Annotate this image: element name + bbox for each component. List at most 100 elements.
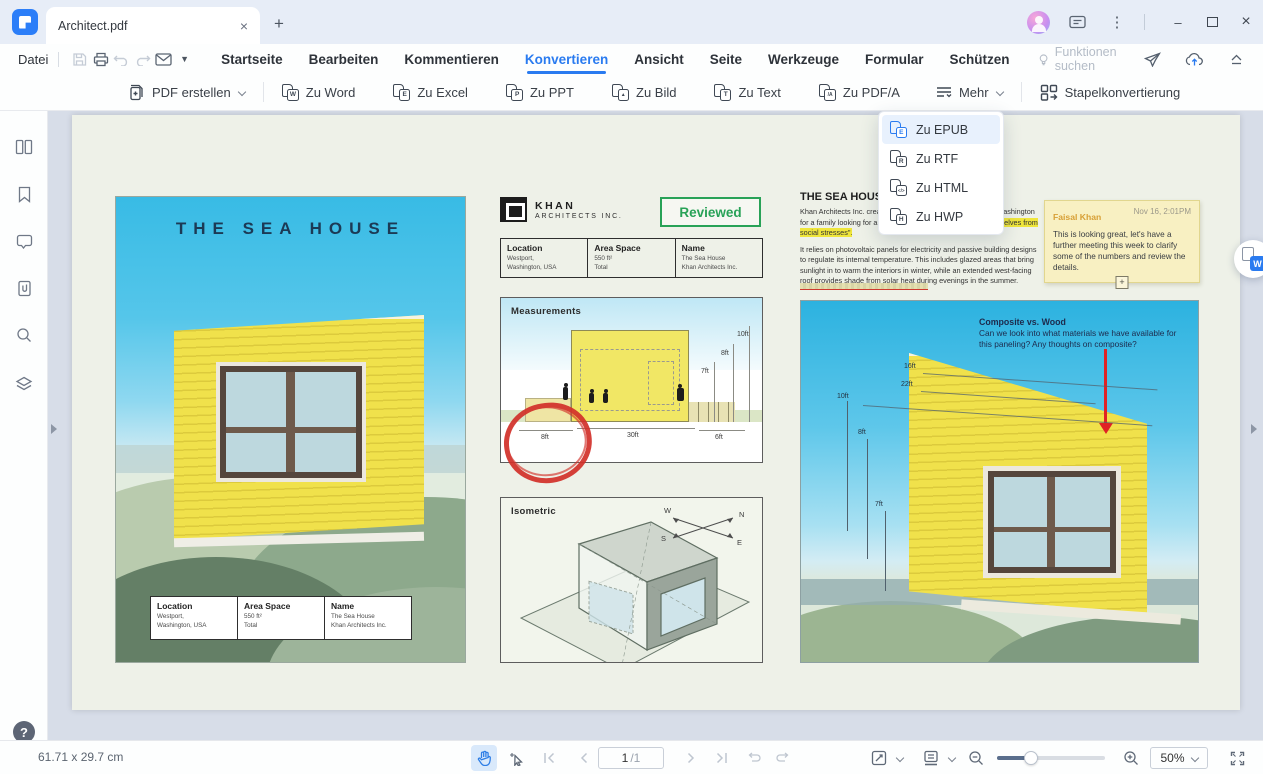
current-page: 1 bbox=[622, 751, 629, 765]
maximize-button[interactable] bbox=[1195, 7, 1229, 37]
more-menu-icon[interactable]: ⋮ bbox=[1104, 11, 1130, 33]
toolbar-dropdown-icon[interactable]: ▼ bbox=[174, 48, 195, 70]
ppt-icon: P bbox=[506, 84, 523, 101]
next-page-button[interactable] bbox=[678, 745, 704, 771]
expand-left-panel-icon[interactable] bbox=[51, 424, 57, 434]
undo-icon[interactable] bbox=[111, 48, 132, 70]
middle-info-table: LocationWestport, Washington, USA Area S… bbox=[500, 238, 763, 278]
toolbar-separator bbox=[1021, 82, 1022, 102]
tab-konvertieren[interactable]: Konvertieren bbox=[525, 48, 608, 71]
menu-item-zu-epub[interactable]: E Zu EPUB bbox=[882, 115, 1000, 144]
tab-bearbeiten[interactable]: Bearbeiten bbox=[309, 48, 379, 71]
isometric-figure: Isometric W N S E bbox=[500, 497, 763, 663]
note-expand-icon[interactable]: + bbox=[1116, 276, 1129, 289]
zoom-out-button[interactable] bbox=[963, 745, 989, 771]
save-icon[interactable] bbox=[69, 48, 90, 70]
cloud-upload-icon[interactable] bbox=[1181, 48, 1207, 70]
menu-item-zu-hwp[interactable]: H Zu HWP bbox=[882, 202, 1000, 231]
batch-icon bbox=[1040, 84, 1058, 101]
tab-formular[interactable]: Formular bbox=[865, 48, 924, 71]
pdfa-icon: /A bbox=[819, 84, 836, 101]
more-dropdown-menu: E Zu EPUB R Zu RTF </> Zu HTML H Zu HWP bbox=[878, 111, 1004, 235]
image-icon: ▲ bbox=[612, 84, 629, 101]
person-figure bbox=[563, 387, 568, 400]
fit-width-button[interactable] bbox=[866, 745, 892, 771]
zoom-slider[interactable] bbox=[997, 756, 1105, 760]
tab-werkzeuge[interactable]: Werkzeuge bbox=[768, 48, 839, 71]
print-icon[interactable] bbox=[90, 48, 111, 70]
fit-width-dropdown-icon[interactable] bbox=[891, 745, 907, 771]
tab-schuetzen[interactable]: Schützen bbox=[950, 48, 1010, 71]
left-info-table: LocationWestport, Washington, USA Area S… bbox=[150, 596, 412, 640]
to-word-button[interactable]: W Zu Word bbox=[274, 79, 364, 106]
to-ppt-button[interactable]: P Zu PPT bbox=[498, 79, 582, 106]
document-viewport[interactable]: THE SEA HOUSE LocationWestport, Washingt… bbox=[48, 111, 1263, 740]
page-view-dropdown-icon[interactable] bbox=[943, 745, 959, 771]
create-pdf-button[interactable]: PDF erstellen bbox=[120, 79, 253, 106]
epub-icon: E bbox=[890, 121, 907, 138]
pdf-page[interactable]: THE SEA HOUSE LocationWestport, Washingt… bbox=[72, 115, 1240, 710]
minimize-button[interactable]: – bbox=[1161, 7, 1195, 37]
composite-comment-text[interactable]: Can we look into what materials we have … bbox=[979, 328, 1189, 350]
close-window-button[interactable]: × bbox=[1229, 7, 1263, 37]
thumbnails-icon[interactable] bbox=[12, 135, 36, 159]
total-pages: /1 bbox=[630, 751, 640, 765]
first-page-button[interactable] bbox=[536, 745, 562, 771]
collapse-toolbar-icon[interactable] bbox=[1223, 48, 1249, 70]
to-text-button[interactable]: T Zu Text bbox=[706, 79, 788, 106]
search-icon[interactable] bbox=[12, 323, 36, 347]
redo-icon[interactable] bbox=[132, 48, 153, 70]
user-avatar[interactable] bbox=[1027, 11, 1050, 34]
next-view-button[interactable] bbox=[770, 745, 796, 771]
attachments-icon[interactable] bbox=[12, 276, 36, 300]
more-button[interactable]: Mehr bbox=[928, 80, 1011, 105]
hwp-icon: H bbox=[890, 208, 907, 225]
tab-seite[interactable]: Seite bbox=[710, 48, 742, 71]
zoom-level-select[interactable]: 50% bbox=[1150, 747, 1208, 769]
layers-icon[interactable] bbox=[12, 372, 36, 396]
menu-item-zu-rtf[interactable]: R Zu RTF bbox=[882, 144, 1000, 173]
left-sidebar: ? bbox=[0, 111, 48, 740]
sea-house-title: THE SEA HOUSE bbox=[116, 219, 465, 239]
expand-right-panel-icon[interactable] bbox=[1251, 424, 1257, 434]
red-strikeout-annotation[interactable] bbox=[800, 283, 928, 290]
feature-search[interactable]: Funktionen suchen bbox=[1038, 45, 1139, 73]
menu-item-zu-html[interactable]: </> Zu HTML bbox=[882, 173, 1000, 202]
reviewed-stamp[interactable]: Reviewed bbox=[660, 197, 761, 227]
close-tab-icon[interactable]: × bbox=[240, 18, 248, 34]
tab-startseite[interactable]: Startseite bbox=[221, 48, 283, 71]
last-page-button[interactable] bbox=[708, 745, 734, 771]
tab-ansicht[interactable]: Ansicht bbox=[634, 48, 684, 71]
share-icon[interactable] bbox=[1139, 48, 1165, 70]
email-icon[interactable] bbox=[153, 48, 174, 70]
hand-tool-button[interactable] bbox=[471, 745, 497, 771]
to-excel-button[interactable]: E Zu Excel bbox=[385, 79, 476, 106]
bookmarks-icon[interactable] bbox=[12, 182, 36, 206]
batch-convert-button[interactable]: Stapelkonvertierung bbox=[1032, 79, 1189, 106]
document-tab[interactable]: Architect.pdf × bbox=[46, 7, 260, 44]
word-badge-icon: W bbox=[1250, 256, 1263, 271]
new-tab-button[interactable]: + bbox=[274, 14, 284, 34]
brand-header: KHAN ARCHITECTS INC. bbox=[500, 197, 623, 222]
zoom-in-button[interactable] bbox=[1118, 745, 1144, 771]
isometric-label: Isometric bbox=[511, 506, 556, 517]
page-number-input[interactable]: 1 /1 bbox=[598, 747, 664, 769]
tab-kommentieren[interactable]: Kommentieren bbox=[404, 48, 499, 71]
composite-figure: Composite vs. Wood Can we look into what… bbox=[800, 300, 1199, 663]
fullscreen-button[interactable] bbox=[1224, 745, 1250, 771]
to-pdfa-button[interactable]: /A Zu PDF/A bbox=[811, 79, 908, 106]
app-logo-icon[interactable] bbox=[12, 9, 38, 35]
comments-icon[interactable] bbox=[12, 229, 36, 253]
page-view-button[interactable] bbox=[918, 745, 944, 771]
zoom-slider-knob[interactable] bbox=[1024, 751, 1038, 765]
elevation-house bbox=[571, 330, 689, 422]
file-menu[interactable]: Datei bbox=[18, 48, 48, 71]
sticky-note[interactable]: Faisal Khan Nov 16, 2:01PM This is looki… bbox=[1044, 200, 1200, 283]
select-tool-button[interactable] bbox=[503, 745, 529, 771]
to-image-button[interactable]: ▲ Zu Bild bbox=[604, 79, 684, 106]
feedback-icon[interactable] bbox=[1064, 11, 1090, 33]
toolbar-separator bbox=[263, 82, 264, 102]
composite-comment-title[interactable]: Composite vs. Wood bbox=[979, 317, 1066, 327]
previous-view-button[interactable] bbox=[740, 745, 766, 771]
prev-page-button[interactable] bbox=[570, 745, 596, 771]
